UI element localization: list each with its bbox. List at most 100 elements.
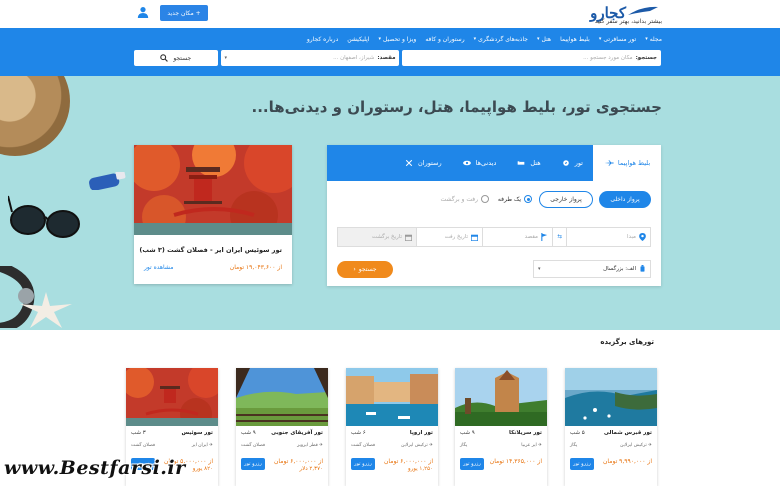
flight-search-label: جستجو: [358, 266, 377, 273]
flight-fields: مبدا ⇆ مقصد تاریخ رفت تاریخ برگشت: [337, 227, 651, 247]
nav-item-label: تور مسافرتی: [603, 35, 637, 43]
nav-item[interactable]: درباره کجارو: [307, 36, 338, 43]
tour-image: [126, 368, 218, 426]
tab-bed[interactable]: هتل: [506, 145, 550, 181]
tour-airline-label: ترکیش ایرلاین: [401, 443, 428, 448]
oneway-radio[interactable]: یک طرفه: [498, 195, 532, 203]
chevron-down-icon: ▾: [378, 36, 381, 42]
tour-name[interactable]: تور سریلانکا: [509, 430, 542, 436]
nav-item-label: بلیط هواپیما: [560, 35, 590, 43]
tab-plane[interactable]: بلیط هواپیما: [593, 145, 661, 181]
destination-field-placeholder: مقصد: [524, 234, 538, 240]
nav-item[interactable]: اپلیکیشن: [347, 36, 369, 43]
tour-card-title[interactable]: تور سوئیس ایران ایر - فصلان گشت (۳ شب): [139, 246, 282, 254]
tour-agency: پگاز: [570, 443, 577, 448]
global-search: جستجو: مکان مورد جستجو ... مقصد: شیراز، …: [134, 50, 661, 66]
tour-name[interactable]: تور قبرس شمالی: [604, 430, 652, 436]
tour-name[interactable]: تور آفریقای جنوبی: [271, 430, 323, 436]
booking-tabs: بلیط هواپیما تور هتل دیدنی‌ها رستوران: [327, 145, 661, 181]
nav-item-label: درباره کجارو: [306, 35, 339, 43]
user-icon[interactable]: [137, 6, 149, 18]
return-date-field[interactable]: تاریخ برگشت: [338, 228, 416, 246]
tour-image: [346, 368, 438, 426]
featured-tour-card[interactable]: تور آفریقای جنوبی ۹ شب ✈ قطر ایرویز فصلان گ…: [236, 368, 328, 486]
tour-name[interactable]: تور سوئیس: [181, 430, 213, 436]
tab-cutlery[interactable]: رستوران: [394, 145, 452, 181]
tour-nights: ۹ شب: [460, 430, 475, 436]
featured-tour-card[interactable]: تور قبرس شمالی ۵ شب ✈ ترکیش ایرلاین پگاز از …: [565, 368, 657, 486]
passengers-value: الف: بزرگسال: [603, 266, 636, 272]
destination-field[interactable]: مقصد: [482, 228, 552, 246]
tour-name[interactable]: تور اروپا: [410, 430, 433, 436]
roundtrip-radio[interactable]: رفت و برگشت: [441, 195, 489, 203]
radio-dot: [481, 195, 489, 203]
nav-item[interactable]: بلیط هواپیما: [560, 36, 590, 43]
destination-input[interactable]: مقصد: شیراز، اصفهان ... ▾: [220, 50, 400, 66]
book-tour-button[interactable]: رزرو تور: [351, 458, 375, 470]
tour-agency: فصلان گشت: [131, 443, 155, 448]
hero-tour-card[interactable]: تور سوئیس ایران ایر - فصلان گشت (۳ شب) ا…: [134, 145, 292, 284]
book-tour-button[interactable]: رزرو تور: [241, 458, 265, 470]
nav-item[interactable]: تور مسافرتی ▾: [599, 36, 636, 43]
nav-item-label: رستوران و کافه: [425, 35, 465, 43]
origin-field[interactable]: مبدا: [566, 228, 650, 246]
top-header: کجارو بیشتر بدانید، بهتر سفر کنید + مکان…: [0, 0, 780, 28]
nav-item[interactable]: جاذبه‌های گردشگری ▾: [474, 36, 528, 43]
tab-label: تور: [574, 159, 583, 167]
nav-item[interactable]: مجله ▾: [645, 36, 662, 43]
tab-compass[interactable]: تور: [551, 145, 593, 181]
add-place-button[interactable]: + مکان جدید: [160, 5, 208, 21]
tour-price-label: از ۶,۰۰۰,۰۰۰ تومان: [384, 458, 433, 465]
hero-title: جستجوی تور، بلیط هواپیما، هتل، رستوران و…: [251, 98, 662, 116]
hero-hat-decoration: [0, 76, 70, 156]
chevron-left-icon: ‹: [353, 266, 356, 273]
location-pin-icon: [639, 233, 646, 241]
destination-placeholder: شیراز، اصفهان ...: [333, 55, 375, 61]
tour-price: از ۶,۰۰۰,۰۰۰ تومان ۲,۳۷۰ دلار: [274, 458, 323, 472]
view-tour-link[interactable]: مشاهده تور: [144, 264, 173, 271]
search-button[interactable]: جستجو: [134, 50, 218, 66]
book-tour-button[interactable]: رزرو تور: [570, 458, 594, 470]
tab-eye[interactable]: دیدنی‌ها: [452, 145, 507, 181]
radio-dot: [524, 195, 532, 203]
featured-tours-list: تور قبرس شمالی ۵ شب ✈ ترکیش ایرلاین پگاز از …: [126, 368, 657, 486]
flight-search-button[interactable]: جستجو ‹: [337, 261, 393, 278]
chevron-down-icon: ▾: [645, 36, 648, 42]
tour-nights: ۹ شب: [241, 430, 256, 436]
booking-panel: بلیط هواپیما تور هتل دیدنی‌ها رستوران پرواز …: [327, 145, 661, 286]
nav-item[interactable]: رستوران و کافه: [425, 36, 464, 43]
watermark-text: www.Bestfarsi.ir: [4, 457, 186, 479]
nav-item[interactable]: هتل ▾: [537, 36, 551, 43]
foreign-flight-button[interactable]: پرواز خارجی: [539, 191, 593, 208]
tour-price-label: از ۱۴,۳۶۵,۰۰۰ تومان: [489, 458, 542, 465]
tab-label: دیدنی‌ها: [475, 159, 497, 167]
search-button-label: جستجو: [173, 54, 192, 62]
site-logo[interactable]: کجارو بیشتر بدانید، بهتر سفر کنید: [532, 4, 662, 26]
tab-label: بلیط هواپیما: [617, 159, 651, 167]
return-date-placeholder: تاریخ برگشت: [371, 234, 402, 240]
hero-section: جستجوی تور، بلیط هواپیما، هتل، رستوران و…: [0, 76, 780, 330]
domestic-flight-button[interactable]: پرواز داخلی: [599, 191, 651, 208]
featured-tour-card[interactable]: تور سریلانکا ۹ شب ✈ ایر عربیا پگاز از ۱۴,۳۶۵…: [455, 368, 547, 486]
main-navbar: مجله ▾ تور مسافرتی ▾ بلیط هواپیما هتل ▾ جاذبه‌ه…: [0, 28, 780, 76]
chevron-down-icon: ▾: [538, 266, 541, 272]
search-input[interactable]: جستجو: مکان مورد جستجو ...: [402, 50, 661, 66]
search-label: جستجو:: [635, 55, 657, 61]
nav-item-label: جاذبه‌های گردشگری: [478, 35, 529, 43]
featured-tour-card[interactable]: تور اروپا ۶ شب ✈ ترکیش ایرلاین فصلان گشت از …: [346, 368, 438, 486]
passengers-select[interactable]: الف: بزرگسال ▾: [533, 260, 651, 278]
tour-nights: ۶ شب: [351, 430, 366, 436]
tour-agency-label: فصلان گشت: [351, 443, 376, 448]
bed-icon: [518, 161, 525, 165]
swap-icon[interactable]: ⇆: [552, 228, 566, 246]
tour-airline: ✈ ایران ایر: [192, 443, 213, 448]
tour-airline-label: ترکیش ایرلاین: [620, 443, 647, 448]
book-tour-button[interactable]: رزرو تور: [460, 458, 484, 470]
tour-image: [236, 368, 328, 426]
tour-agency: پگاز: [460, 443, 467, 448]
tab-label: هتل: [530, 159, 541, 167]
eye-icon: [462, 160, 471, 166]
chevron-down-icon: ▾: [537, 36, 540, 42]
depart-date-field[interactable]: تاریخ رفت: [416, 228, 482, 246]
nav-item[interactable]: ویزا و تحصیل ▾: [378, 36, 416, 43]
